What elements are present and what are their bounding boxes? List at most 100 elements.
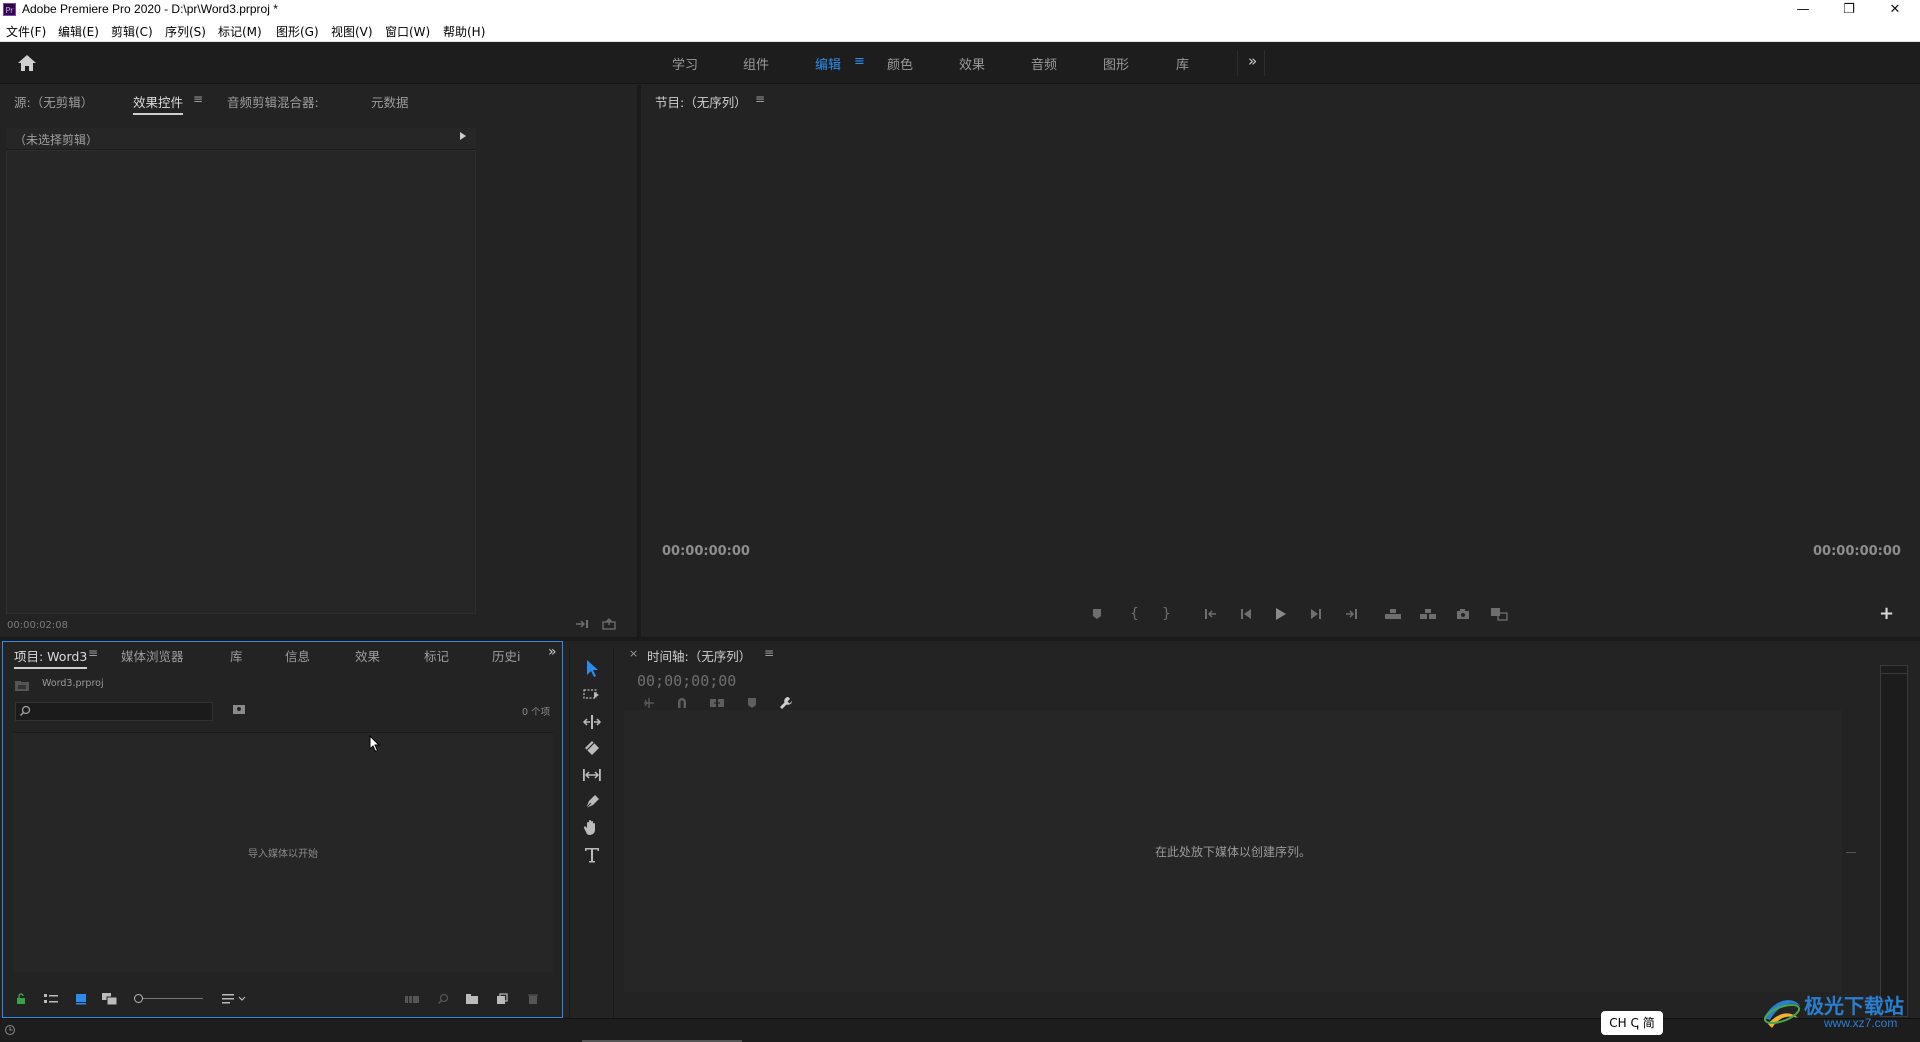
program-menu-icon[interactable]: ≡ [755, 92, 765, 106]
trash-icon[interactable] [527, 993, 539, 1005]
effect-controls-menu-icon[interactable]: ≡ [193, 92, 203, 106]
timeline-timecode[interactable]: 00;00;00;00 [637, 672, 736, 690]
freeform-view-icon[interactable] [101, 992, 119, 1006]
tab-libraries[interactable]: 库 [230, 646, 243, 665]
tab-project[interactable]: 项目: Word3 [14, 646, 88, 669]
wrench-icon[interactable] [779, 696, 793, 710]
timeline-marker-icon[interactable] [746, 697, 758, 709]
workspace-tab-libraries[interactable]: 库 [1176, 54, 1189, 73]
add-marker-icon[interactable] [1091, 608, 1103, 620]
workspace-tab-graphics[interactable]: 图形 [1103, 54, 1129, 73]
project-menu-icon[interactable]: ≡ [88, 646, 98, 660]
workspace-tab-assembly[interactable]: 组件 [743, 54, 769, 73]
tab-effects[interactable]: 效果 [355, 646, 380, 665]
zoom-slider-track [137, 998, 203, 999]
menu-clip[interactable]: 剪辑(C) [111, 23, 153, 40]
new-search-bin-icon[interactable] [232, 703, 246, 715]
step-forward-icon[interactable] [1310, 608, 1322, 620]
ripple-edit-tool-icon[interactable] [582, 712, 602, 732]
workspace-tab-learning[interactable]: 学习 [672, 54, 698, 73]
snap-icon[interactable] [676, 697, 688, 709]
find-icon[interactable] [437, 993, 449, 1005]
new-item-icon[interactable] [496, 993, 508, 1005]
workspace-tab-audio[interactable]: 音频 [1031, 54, 1057, 73]
workspace-tab-color[interactable]: 颜色 [887, 54, 913, 73]
linked-selection-icon[interactable] [709, 697, 725, 709]
razor-tool-icon[interactable] [582, 738, 602, 758]
project-tabs-overflow-icon[interactable]: » [548, 644, 557, 660]
export-frame-icon[interactable] [575, 618, 589, 630]
timeline-scrollbar-vertical[interactable] [1842, 710, 1866, 992]
menu-view[interactable]: 视图(V) [331, 23, 373, 40]
expand-arrow-icon[interactable] [460, 132, 466, 140]
button-editor-add-icon[interactable]: + [1879, 603, 1894, 624]
timeline-track-area[interactable]: 在此处放下媒体以创建序列。 [624, 710, 1842, 992]
timeline-close-icon[interactable]: × [629, 647, 638, 660]
audio-meter [1880, 665, 1908, 1017]
extract-icon[interactable] [1419, 608, 1437, 620]
watermark-url: www.xz7.com [1824, 1016, 1898, 1030]
zoom-slider[interactable] [134, 994, 204, 1004]
mark-in-icon[interactable]: { [1130, 606, 1139, 622]
pen-tool-icon[interactable] [582, 792, 602, 812]
project-bin-icon [14, 680, 30, 692]
sort-icon[interactable] [221, 993, 247, 1005]
menu-edit[interactable]: 编辑(E) [58, 23, 99, 40]
play-icon[interactable] [1275, 607, 1287, 621]
tools-panel [569, 648, 614, 1018]
export-frame-camera-icon[interactable] [1456, 608, 1470, 620]
zoom-slider-handle[interactable] [134, 994, 143, 1003]
compare-view-icon[interactable] [1490, 607, 1508, 621]
restore-button[interactable]: ❐ [1826, 0, 1872, 20]
project-search-input[interactable] [15, 702, 213, 721]
tab-audio-clip-mixer[interactable]: 音频剪辑混合器: [227, 92, 319, 111]
lock-icon[interactable] [15, 993, 27, 1005]
workspace-tab-editing[interactable]: 编辑 [815, 54, 841, 73]
tab-markers[interactable]: 标记 [424, 646, 449, 665]
minimize-button[interactable]: — [1780, 0, 1826, 20]
go-to-in-icon[interactable] [1204, 608, 1218, 620]
program-monitor-viewer[interactable] [643, 112, 1913, 624]
track-select-tool-icon[interactable] [582, 685, 602, 705]
tab-source[interactable]: 源:（无剪辑） [14, 92, 93, 111]
tab-metadata[interactable]: 元数据 [371, 92, 409, 111]
close-button[interactable]: ✕ [1872, 0, 1918, 20]
menu-sequence[interactable]: 序列(S) [165, 23, 206, 40]
tab-effect-controls[interactable]: 效果控件 [133, 92, 184, 115]
share-icon[interactable] [602, 618, 616, 630]
menu-file[interactable]: 文件(F) [6, 23, 46, 40]
new-bin-icon[interactable] [465, 993, 479, 1005]
step-back-icon[interactable] [1240, 608, 1252, 620]
automate-to-sequence-icon[interactable] [404, 993, 420, 1005]
tab-info[interactable]: 信息 [285, 646, 310, 665]
hand-tool-icon[interactable] [582, 818, 602, 838]
selection-tool-icon[interactable] [582, 658, 602, 678]
go-to-out-icon[interactable] [1344, 608, 1358, 620]
mouse-cursor-icon [369, 735, 381, 753]
lift-icon[interactable] [1384, 608, 1402, 620]
menu-marker[interactable]: 标记(M) [218, 23, 262, 40]
menu-graphics[interactable]: 图形(G) [276, 23, 319, 40]
nest-sequence-icon[interactable] [642, 697, 656, 709]
workspace-overflow-icon[interactable]: » [1248, 52, 1257, 70]
tab-history[interactable]: 历史i [492, 646, 520, 665]
tab-program[interactable]: 节目:（无序列） [655, 92, 747, 111]
mark-out-icon[interactable]: } [1162, 606, 1171, 622]
list-view-icon[interactable] [43, 993, 59, 1005]
slip-tool-icon[interactable] [582, 765, 602, 785]
workspace-tab-effects[interactable]: 效果 [959, 54, 985, 73]
menu-window[interactable]: 窗口(W) [385, 23, 430, 40]
icon-view-icon[interactable] [75, 993, 87, 1005]
timeline-scroll-thumb[interactable] [1846, 852, 1856, 853]
program-playhead-timecode[interactable]: 00:00:00:00 [662, 544, 750, 559]
status-bar-icon [4, 1024, 16, 1036]
home-icon[interactable] [16, 52, 38, 74]
type-tool-icon[interactable] [582, 845, 602, 865]
workspace-menu-icon[interactable]: ≡ [854, 54, 865, 69]
project-items-list[interactable]: 导入媒体以开始 [13, 732, 553, 972]
tab-media-browser[interactable]: 媒体浏览器 [121, 646, 184, 665]
menu-help[interactable]: 帮助(H) [443, 23, 485, 40]
ime-indicator[interactable]: CH ↅ 简 [1601, 1011, 1663, 1035]
timeline-menu-icon[interactable]: ≡ [764, 646, 774, 660]
tab-timeline[interactable]: 时间轴:（无序列） [647, 646, 751, 665]
